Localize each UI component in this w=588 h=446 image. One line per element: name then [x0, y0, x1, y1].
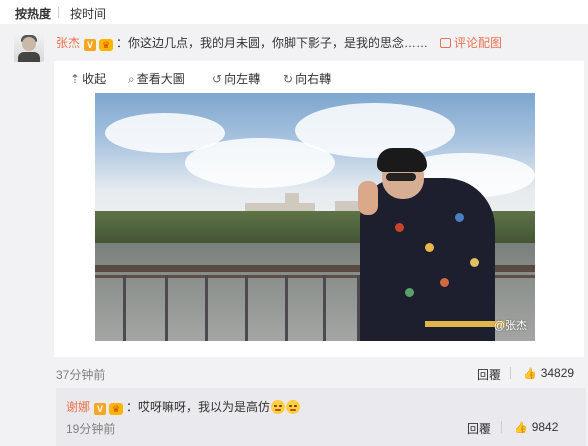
- sub-reply-reply-button[interactable]: 回覆: [467, 420, 491, 437]
- like-count: 34829: [540, 366, 575, 380]
- comment-line: 张杰 V ♛ ：你这边几点，我的月未圆，你脚下影子，是我的思念……: [56, 34, 428, 51]
- arrow-up-icon: ⇡: [70, 72, 81, 86]
- footer-divider: [501, 421, 502, 433]
- sort-by-hot-tab[interactable]: 按热度: [15, 5, 51, 22]
- sub-reply-timestamp: 19分钟前: [66, 422, 116, 436]
- comment-with-picture-label: 评论配图: [454, 36, 503, 50]
- sort-bar: 按热度 按时间: [0, 0, 588, 24]
- crying-laugh-emoji-icon: [271, 400, 286, 414]
- tab-divider: [58, 7, 59, 18]
- avatar[interactable]: [14, 32, 44, 62]
- sub-reply-username[interactable]: 谢娜: [66, 400, 90, 414]
- sort-by-time-tab[interactable]: 按时间: [70, 5, 106, 22]
- verified-badge-icon[interactable]: V: [84, 39, 97, 51]
- comment-timestamp: 37分钟前: [56, 368, 106, 382]
- comment-text: ：你这边几点，我的月未圆，你脚下影子，是我的思念……: [116, 36, 429, 50]
- reply-button[interactable]: 回覆: [477, 366, 501, 383]
- crown-icon[interactable]: ♛: [109, 403, 124, 415]
- sub-reply-panel: [56, 388, 586, 446]
- rotate-right-label: 向右轉: [295, 72, 332, 86]
- comment-with-picture-link[interactable]: 评论配图: [440, 34, 502, 51]
- sub-reply-like-count: 9842: [531, 420, 559, 434]
- crown-icon[interactable]: ♛: [99, 39, 114, 51]
- rotate-right-icon: ↻: [283, 72, 294, 86]
- picture-icon: [440, 38, 451, 48]
- sub-reply-text: ：哎呀嘛呀，我以为是高仿: [126, 400, 271, 414]
- comment-photo[interactable]: @张杰: [95, 93, 535, 341]
- thumbs-up-icon: 👍: [514, 422, 528, 434]
- smile-emoji-icon: [286, 400, 301, 414]
- thumbs-up-icon: 👍: [523, 368, 537, 380]
- comment-username[interactable]: 张杰: [56, 36, 80, 50]
- collapse-label: 收起: [82, 72, 107, 86]
- magnifier-icon: ⌕: [128, 72, 135, 86]
- rotate-left-label: 向左轉: [224, 72, 261, 86]
- photo-watermark: @张杰: [493, 320, 527, 332]
- sub-reply-like-button[interactable]: 👍 9842: [514, 420, 558, 434]
- like-button[interactable]: 👍 34829: [523, 366, 574, 380]
- collapse-button[interactable]: ⇡ 收起: [70, 70, 106, 87]
- rotate-left-button[interactable]: ↺ 向左轉: [212, 70, 260, 87]
- rotate-left-icon: ↺: [212, 72, 223, 86]
- rotate-right-button[interactable]: ↻ 向右轉: [283, 70, 331, 87]
- view-large-label: 查看大圖: [136, 72, 185, 86]
- verified-badge-icon[interactable]: V: [94, 403, 107, 415]
- footer-divider: [510, 367, 511, 379]
- sub-reply-line: 谢娜 V ♛ ：哎呀嘛呀，我以为是高仿: [66, 398, 301, 415]
- view-large-button[interactable]: ⌕ 查看大圖: [128, 70, 185, 87]
